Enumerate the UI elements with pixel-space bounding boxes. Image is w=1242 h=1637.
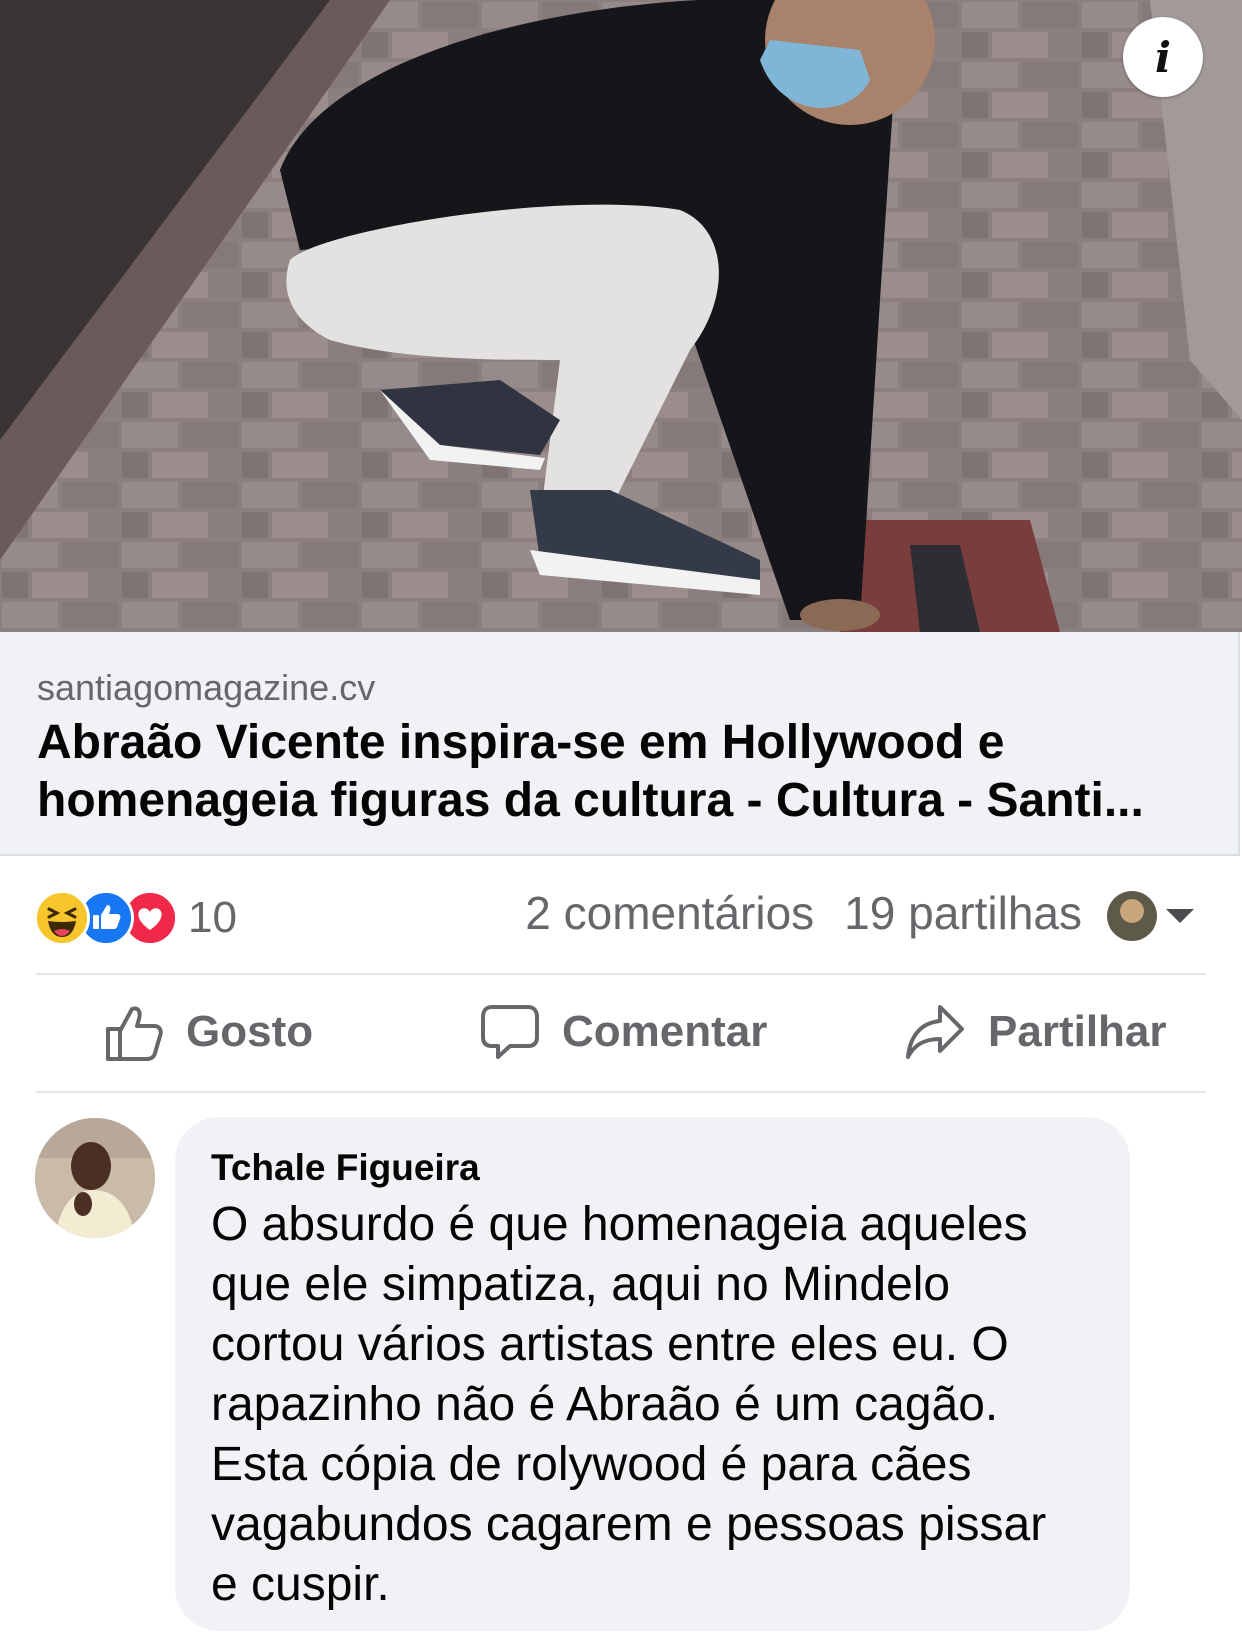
like-button[interactable]: Gosto xyxy=(104,997,313,1067)
comment-button[interactable]: Comentar xyxy=(480,997,767,1067)
link-preview-caption[interactable]: santiagomagazine.cv Abraão Vicente inspi… xyxy=(0,632,1240,856)
comments-count-link[interactable]: 2 comentários xyxy=(525,887,814,939)
post-stats: 2 comentários 19 partilhas xyxy=(525,886,1082,940)
comment-line: que ele simpatiza, aqui no Mindelo xyxy=(211,1258,951,1311)
comment-bubble[interactable]: Tchale Figueira O absurdo é que homenage… xyxy=(175,1117,1130,1631)
reactions-summary[interactable]: 10 xyxy=(34,890,237,946)
link-title-line: Abraão Vicente inspira-se em Hollywood e xyxy=(37,716,1005,769)
thumbs-up-icon xyxy=(106,1006,163,1061)
link-preview-image[interactable]: i xyxy=(0,0,1242,632)
haha-icon xyxy=(34,890,90,946)
comment-line: O absurdo é que homenageia aqueles xyxy=(211,1198,1028,1251)
link-domain: santiagomagazine.cv xyxy=(37,667,376,708)
comment-icon xyxy=(481,1005,539,1059)
comment-line: cortou vários artistas entre eles eu. O xyxy=(211,1318,1009,1371)
divider xyxy=(36,973,1206,975)
comment-line: vagabundos cagarem e pessoas pissar xyxy=(211,1498,1047,1551)
viewer-avatar[interactable] xyxy=(1107,891,1157,941)
info-icon: i xyxy=(1155,32,1171,82)
comment-text: O absurdo é que homenageia aqueles que e… xyxy=(211,1195,1130,1615)
chevron-down-icon[interactable] xyxy=(1166,909,1194,923)
comment-line: Esta cópia de rolywood é para cães xyxy=(211,1438,972,1491)
comment-author[interactable]: Tchale Figueira xyxy=(211,1147,1130,1189)
like-button-label: Gosto xyxy=(186,1007,314,1056)
commenter-avatar[interactable] xyxy=(35,1118,155,1238)
photo-illustration xyxy=(0,0,1242,632)
comment-button-label: Comentar xyxy=(562,1007,768,1056)
share-button-label: Partilhar xyxy=(988,1007,1167,1056)
comment-line: rapazinho não é Abraão é um cagão. xyxy=(211,1378,999,1431)
link-title-line: homenageia figuras da cultura - Cultura … xyxy=(37,774,1144,827)
link-title: Abraão Vicente inspira-se em Hollywood e… xyxy=(37,714,1207,830)
reaction-count: 10 xyxy=(188,893,237,942)
share-icon xyxy=(906,1005,964,1059)
info-button[interactable]: i xyxy=(1123,17,1203,97)
comment-line: e cuspir. xyxy=(211,1558,390,1611)
shares-count-link[interactable]: 19 partilhas xyxy=(844,887,1082,939)
divider xyxy=(36,1091,1206,1093)
share-button[interactable]: Partilhar xyxy=(904,997,1167,1067)
